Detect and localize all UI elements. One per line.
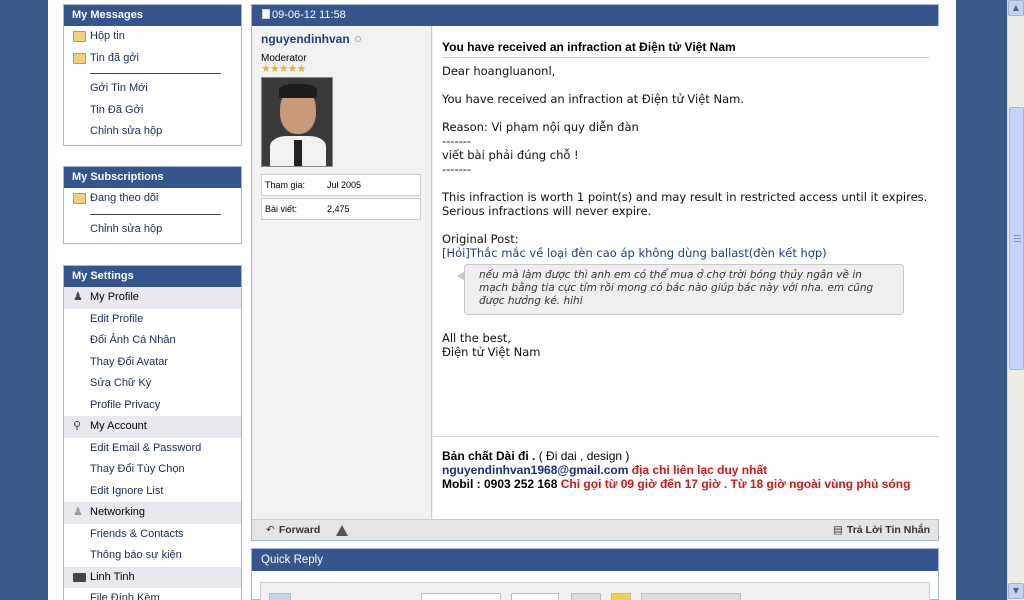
sidebar-item-change-avatar[interactable]: Thay Đổi Avatar xyxy=(64,352,241,374)
sidebar-item-sent-messages[interactable]: Tin Đã Gởi xyxy=(64,100,241,122)
sidebar-item-subscribed[interactable]: Đang theo dõi xyxy=(64,188,241,210)
color-button[interactable] xyxy=(571,593,601,600)
folder-icon xyxy=(73,52,86,64)
original-post-link[interactable]: [Hỏi]Thắc mắc về loại đèn cao áp không d… xyxy=(442,246,827,260)
sidebar-item-edit-ignore-list[interactable]: Edit Ignore List xyxy=(64,481,241,503)
sidebar-item-edit-profile[interactable]: Edit Profile xyxy=(64,309,241,331)
reply-bubble-icon: ▤ xyxy=(832,524,843,536)
sidebar-item-friends-contacts[interactable]: Friends & Contacts xyxy=(64,524,241,546)
size-select[interactable] xyxy=(511,593,559,600)
post-footer: ↶ Forward ▤ Trả Lời Tin Nhắn xyxy=(252,519,938,540)
scrollbar-thumb[interactable] xyxy=(1009,107,1024,370)
my-settings-panel: My Settings ♟ My Profile Edit Profile Đổ… xyxy=(63,265,242,600)
reply-message-button[interactable]: ▤ Trả Lời Tin Nhắn xyxy=(833,520,930,541)
sidebar-group-networking: ♟ Networking xyxy=(64,502,241,524)
join-date: Tham gia: Jul 2005 xyxy=(261,174,421,196)
scroll-down-icon[interactable]: ▼ xyxy=(1008,583,1024,599)
folder-icon xyxy=(73,193,86,204)
my-subscriptions-title: My Subscriptions xyxy=(64,167,241,188)
post-count: Bài viết: 2,475 xyxy=(261,198,421,220)
username-link[interactable]: nguyendinhvan xyxy=(261,32,350,46)
sidebar-group-my-account: ⚲ My Account xyxy=(64,416,241,438)
post-date: 09-06-12 11:58 xyxy=(272,9,346,21)
sidebar-item-attachments[interactable]: File Đính Kèm xyxy=(64,588,241,600)
my-subscriptions-panel: My Subscriptions Đang theo dõi Chỉnh sửa… xyxy=(63,166,242,244)
monitors-icon xyxy=(73,572,86,582)
insert-link-button[interactable] xyxy=(641,593,741,600)
font-select[interactable] xyxy=(421,593,501,600)
signature-email: nguyendinhvan1968@gmail.com xyxy=(442,463,629,477)
sidebar-item-edit-signature[interactable]: Sửa Chữ Ký xyxy=(64,373,241,395)
quote-bubble: nếu mà làm được thì anh em có thể mua ở … xyxy=(457,264,904,315)
people-icon: ♟ xyxy=(73,506,83,518)
sidebar-item-edit-subscription-folders[interactable]: Chỉnh sửa hộp xyxy=(64,219,241,241)
person-icon: ♟ xyxy=(73,291,83,303)
quick-reply-editor-toolbar xyxy=(260,582,930,600)
sidebar-group-misc: Linh Tinh xyxy=(64,566,241,588)
forward-icon: ↶ xyxy=(266,524,275,536)
report-warning-icon[interactable] xyxy=(336,525,348,536)
sidebar-item-sent[interactable]: Tin đã gởi xyxy=(64,48,241,70)
scroll-up-icon[interactable]: ▲ xyxy=(1008,0,1024,16)
message-content: You have received an infraction at Điện … xyxy=(433,26,939,436)
quick-reply-title: Quick Reply xyxy=(252,549,938,571)
vertical-scrollbar[interactable]: ▲ ▼ xyxy=(1007,0,1024,600)
sidebar-item-event-notifications[interactable]: Thông báo sự kiện xyxy=(64,545,241,567)
divider xyxy=(90,73,221,74)
editor-mode-button[interactable] xyxy=(269,593,291,600)
signature: Bản chất Dài đi . ( Đi dai , design ) ng… xyxy=(433,436,939,519)
message-title: You have received an infraction at Điện … xyxy=(442,40,929,58)
offline-status-icon xyxy=(354,36,361,42)
avatar[interactable] xyxy=(261,77,333,167)
folder-icon xyxy=(73,31,86,42)
sidebar-item-new-message[interactable]: Gởi Tin Mới xyxy=(64,78,241,100)
post-header: 09-06-12 11:58 xyxy=(252,5,938,26)
my-messages-title: My Messages xyxy=(64,5,241,26)
smiley-button[interactable] xyxy=(611,593,631,600)
quick-reply-panel: Quick Reply xyxy=(251,548,939,600)
sidebar-item-profile-privacy[interactable]: Profile Privacy xyxy=(64,395,241,417)
key-icon: ⚲ xyxy=(73,420,82,432)
sidebar-item-edit-folders[interactable]: Chỉnh sửa hộp xyxy=(64,121,241,143)
message-body: Dear hoangluanonl, You have received an … xyxy=(442,64,928,359)
sidebar-item-change-picture[interactable]: Đổi Ảnh Cá Nhân xyxy=(64,330,241,352)
divider xyxy=(90,213,221,215)
document-icon xyxy=(262,9,270,19)
sidebar-item-inbox[interactable]: Hộp tin xyxy=(64,26,241,48)
sidebar-group-my-profile: ♟ My Profile xyxy=(64,287,241,309)
sidebar-item-change-options[interactable]: Thay Đổi Tùy Chọn xyxy=(64,459,241,481)
rank-stars-icon: ★★★★★ xyxy=(261,63,306,75)
user-info: nguyendinhvan Moderator ★★★★★ Tham gia: … xyxy=(252,26,432,519)
message-post: 09-06-12 11:58 nguyendinhvan Moderator ★… xyxy=(251,4,939,541)
forward-button[interactable]: ↶ Forward xyxy=(266,520,320,541)
sidebar-item-edit-email-password[interactable]: Edit Email & Password xyxy=(64,438,241,460)
my-settings-title: My Settings xyxy=(64,266,241,287)
my-messages-panel: My Messages Hộp tin Tin đã gởi Gởi Tin M… xyxy=(63,4,242,146)
